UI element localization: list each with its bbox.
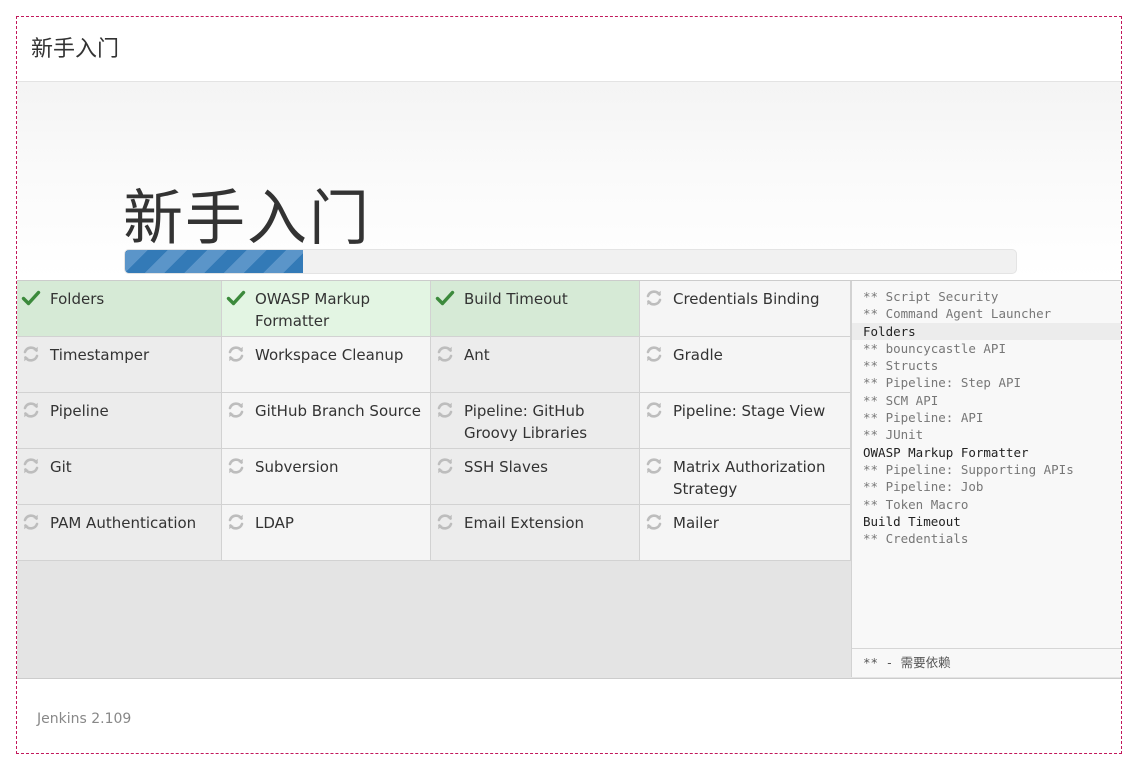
plugin-name: Subversion	[255, 458, 339, 476]
refresh-icon	[644, 456, 664, 476]
plugin-item: Mailer	[640, 505, 851, 561]
refresh-icon	[644, 288, 664, 308]
install-progress-bar	[124, 249, 1017, 274]
refresh-icon	[644, 512, 664, 532]
refresh-icon	[435, 512, 455, 532]
plugin-item: Workspace Cleanup	[222, 337, 431, 393]
log-line: ** bouncycastle API	[863, 340, 1006, 356]
plugin-name: Git	[50, 458, 72, 476]
log-line: ** Structs	[863, 358, 939, 374]
plugin-name: Workspace Cleanup	[255, 346, 404, 364]
plugin-item: Pipeline	[17, 393, 222, 449]
log-line: ** Command Agent Launcher	[863, 306, 1052, 322]
refresh-icon	[21, 456, 41, 476]
plugin-name: Email Extension	[464, 514, 585, 532]
plugin-item: Credentials Binding	[640, 281, 851, 337]
log-line: ** Token Macro	[863, 496, 969, 512]
refresh-icon	[21, 512, 41, 532]
plugin-name: SSH Slaves	[464, 458, 548, 476]
refresh-icon	[21, 344, 41, 364]
plugin-item: Pipeline: Stage View	[640, 393, 851, 449]
plugin-item: OWASP Markup Formatter	[222, 281, 431, 337]
plugin-name: PAM Authentication	[50, 514, 197, 532]
refresh-icon	[226, 400, 246, 420]
plugin-item: Matrix Authorization Strategy	[640, 449, 851, 505]
refresh-icon	[226, 512, 246, 532]
install-panel: Folders OWASP Markup Formatter Build Timeo…	[17, 280, 1121, 679]
plugin-item: Pipeline: GitHub Groovy Libraries	[431, 393, 640, 449]
refresh-icon	[644, 344, 664, 364]
refresh-icon	[644, 400, 664, 420]
page-title: 新手入门	[123, 184, 371, 254]
plugin-item: SSH Slaves	[431, 449, 640, 505]
check-icon	[226, 288, 246, 308]
plugin-item: Timestamper	[17, 337, 222, 393]
refresh-icon	[435, 456, 455, 476]
jenkins-version: Jenkins 2.109	[37, 711, 132, 727]
refresh-icon	[21, 400, 41, 420]
plugin-item: LDAP	[222, 505, 431, 561]
plugin-item: GitHub Branch Source	[222, 393, 431, 449]
plugin-name: Folders	[50, 290, 105, 308]
plugin-item: Gradle	[640, 337, 851, 393]
plugin-name: Timestamper	[50, 346, 150, 364]
plugin-name: Gradle	[673, 346, 723, 364]
log-line: ** Pipeline: Step API	[863, 375, 1022, 391]
plugin-name: Pipeline	[50, 402, 109, 420]
log-line: ** Credentials	[863, 531, 969, 547]
plugin-item: Email Extension	[431, 505, 640, 561]
wizard-frame: 新手入门 新手入门 Folders OWASP Markup Formatter B…	[16, 16, 1122, 754]
plugin-grid: Folders OWASP Markup Formatter Build Timeo…	[17, 281, 851, 561]
plugin-name: Build Timeout	[464, 290, 568, 308]
log-line: ** Pipeline: Supporting APIs	[863, 461, 1074, 477]
install-log[interactable]: ** Script Security ** Command Agent Launc…	[851, 281, 1121, 677]
plugin-name: Mailer	[673, 514, 719, 532]
window-title: 新手入门	[31, 37, 120, 62]
log-line: ** Pipeline: Job	[863, 479, 984, 495]
log-line: OWASP Markup Formatter	[863, 444, 1029, 460]
check-icon	[435, 288, 455, 308]
check-icon	[21, 288, 41, 308]
plugin-item: Build Timeout	[431, 281, 640, 337]
plugin-name: Matrix Authorization Strategy	[673, 458, 826, 498]
plugin-name: Ant	[464, 346, 490, 364]
plugin-item: Git	[17, 449, 222, 505]
refresh-icon	[435, 344, 455, 364]
log-line: Build Timeout	[863, 513, 961, 529]
plugin-name: LDAP	[255, 514, 294, 532]
log-line: ** JUnit	[863, 427, 924, 443]
plugin-item: Ant	[431, 337, 640, 393]
plugin-item: Folders	[17, 281, 222, 337]
refresh-icon	[435, 400, 455, 420]
footer: Jenkins 2.109	[17, 679, 1121, 753]
log-line: ** Script Security	[863, 289, 999, 304]
log-line: ** SCM API	[863, 392, 939, 408]
plugin-name: Credentials Binding	[673, 290, 820, 308]
install-progress-fill	[125, 250, 304, 273]
log-line: ** Pipeline: API	[863, 410, 984, 426]
log-line: Folders	[852, 322, 1121, 340]
plugin-item: Subversion	[222, 449, 431, 505]
plugin-item: PAM Authentication	[17, 505, 222, 561]
plugin-name: OWASP Markup Formatter	[255, 290, 370, 330]
refresh-icon	[226, 456, 246, 476]
dependency-legend: ** - 需要依赖	[852, 648, 1121, 677]
refresh-icon	[226, 344, 246, 364]
plugin-name: GitHub Branch Source	[255, 402, 421, 420]
top-bar: 新手入门	[17, 17, 1121, 82]
plugin-name: Pipeline: GitHub Groovy Libraries	[464, 402, 588, 442]
plugin-name: Pipeline: Stage View	[673, 402, 826, 420]
install-log-lines: ** Script Security ** Command Agent Launc…	[852, 281, 1121, 547]
